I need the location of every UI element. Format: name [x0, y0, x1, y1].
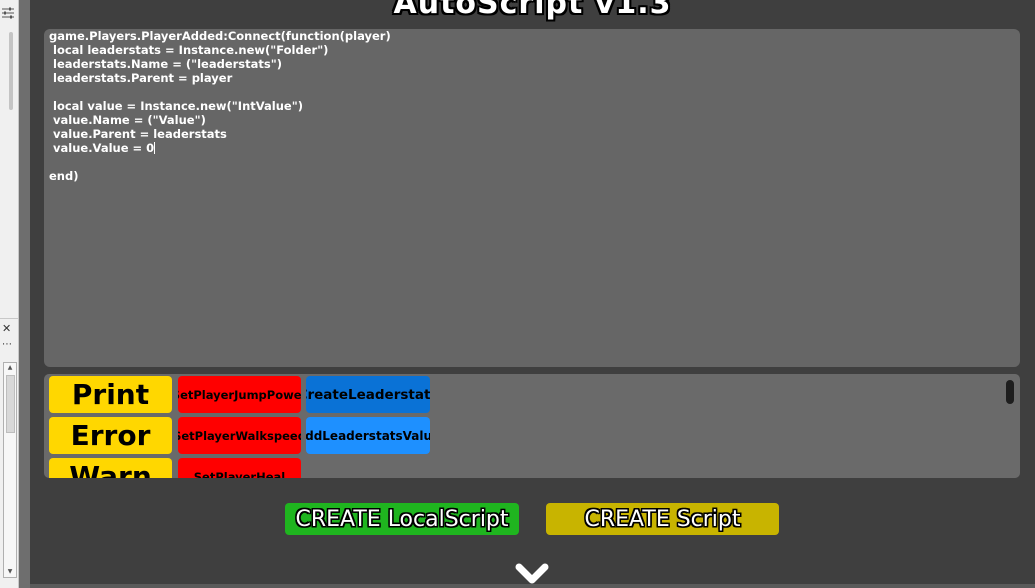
chevron-down-icon[interactable]	[514, 560, 550, 588]
code-line: local value = Instance.new("IntValue")	[49, 99, 303, 113]
studio-side-strip: ✕ ⋯ ▲ ▼	[0, 0, 19, 588]
print-button[interactable]: Print	[49, 376, 172, 413]
close-icon[interactable]: ✕	[2, 322, 11, 336]
create-script-button[interactable]: CREATE Script	[546, 503, 779, 535]
code-text[interactable]: game.Players.PlayerAdded:Connect(functio…	[49, 29, 391, 183]
code-line: value.Parent = leaderstats	[49, 127, 227, 141]
snippet-scrollbar[interactable]	[1006, 380, 1014, 404]
add-leaderstats-value-button[interactable]: AddLeaderstatsValue	[306, 417, 430, 454]
autoscript-panel: AutoScript v1.3 game.Players.PlayerAdded…	[30, 0, 1035, 584]
set-player-walkspeed-button[interactable]: SetPlayerWalkspeed	[178, 417, 301, 454]
code-line: end)	[49, 169, 79, 183]
set-player-jump-power-button[interactable]: SetPlayerJumpPower	[178, 376, 301, 413]
set-player-heal-button[interactable]: SetPlayerHeal	[178, 458, 301, 478]
filter-icon[interactable]	[1, 6, 15, 20]
code-editor[interactable]: game.Players.PlayerAdded:Connect(functio…	[44, 29, 1020, 367]
code-line: local leaderstats = Instance.new("Folder…	[49, 43, 329, 57]
panel-title: AutoScript v1.3	[393, 0, 672, 21]
side-scrollbar[interactable]: ▲ ▼	[3, 362, 17, 578]
side-divider	[0, 318, 18, 319]
code-line: leaderstats.Parent = player	[49, 71, 233, 85]
snippet-buttons-list[interactable]: Print Error Warn SetPlayerJumpPower SetP…	[44, 374, 1020, 478]
code-line: value.Name = ("Value")	[49, 113, 206, 127]
side-scrollbar-thumb[interactable]	[9, 32, 13, 110]
viewport-gutter	[19, 0, 30, 588]
code-line: game.Players.PlayerAdded:Connect(functio…	[49, 29, 391, 43]
scroll-up-icon[interactable]: ▲	[4, 363, 16, 373]
error-button[interactable]: Error	[49, 417, 172, 454]
warn-button[interactable]: Warn	[49, 458, 172, 478]
scroll-down-icon[interactable]: ▼	[4, 567, 16, 577]
create-localscript-button[interactable]: CREATE LocalScript	[285, 503, 519, 535]
code-line: leaderstats.Name = ("leaderstats")	[49, 57, 282, 71]
code-line: value.Value = 0	[49, 141, 155, 155]
scrollbar-thumb[interactable]	[6, 375, 15, 433]
text-caret	[154, 142, 156, 154]
more-options-icon[interactable]: ⋯	[2, 340, 12, 350]
create-leaderstats-button[interactable]: CreateLeaderstats	[306, 376, 430, 413]
